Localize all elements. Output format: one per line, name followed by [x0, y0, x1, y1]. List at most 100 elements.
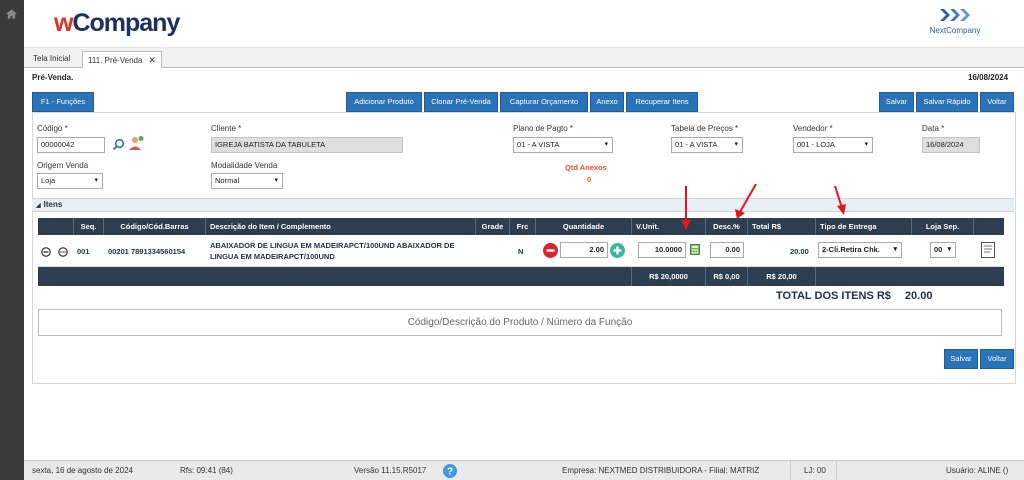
row-descricao: ABAIXADOR DE LINGUA EM MADEIRAPCT/100UND…: [210, 241, 455, 261]
add-product-button[interactable]: Adicionar Produto: [346, 92, 422, 112]
total-vunit: R$ 20,0000: [632, 267, 706, 286]
col-vunit: V.Unit.: [632, 218, 706, 235]
tabela-precos-label: Tabela de Preços *: [671, 124, 739, 133]
delivery-type-select[interactable]: 2-Cli.Retira Chk. ▾: [818, 242, 902, 258]
col-frc: Frc: [510, 218, 536, 235]
chevron-down-icon: ▾: [864, 141, 868, 148]
footer-rfs: Rfs: 09:41 (84): [180, 466, 233, 475]
increase-quantity-icon[interactable]: [610, 243, 625, 258]
brand-name: NextCompany: [929, 26, 981, 35]
annotation-arrow: [834, 186, 846, 215]
page-title: Pré-Venda.: [32, 73, 74, 82]
clone-pre-venda-button[interactable]: Clonar Pré-Venda: [424, 92, 498, 112]
vendedor-label: Vendedor *: [793, 124, 833, 133]
chevron-down-icon: ▾: [893, 246, 897, 253]
customer-user-icon[interactable]: [128, 135, 144, 151]
help-icon[interactable]: ?: [443, 464, 457, 478]
main-content: Pré-Venda. 16/08/2024 F1 - Funções Adici…: [24, 68, 1024, 460]
left-rail: [0, 0, 24, 480]
notes-icon[interactable]: [981, 242, 995, 258]
modalidade-label: Modalidade Venda: [211, 161, 278, 170]
cliente-field: IGREJA BATISTA DA TABULETA: [211, 137, 403, 153]
discount-input[interactable]: 0.00: [710, 242, 744, 258]
data-field: 16/08/2024: [922, 137, 980, 153]
row-seq: 001: [77, 247, 90, 256]
items-table-header: Seq. Código/Cód.Barras Descrição do Item…: [38, 218, 1004, 235]
functions-button[interactable]: F1 - Funções: [32, 92, 94, 112]
col-descricao: Descrição do Item / Complemento: [206, 218, 476, 235]
quantity-input[interactable]: 2.00: [560, 242, 608, 258]
calculator-icon[interactable]: [690, 244, 700, 255]
chevron-down-icon: ▾: [947, 246, 951, 253]
collapse-icon: ◢: [36, 203, 41, 209]
quick-save-button[interactable]: Salvar Rápido: [916, 92, 978, 112]
vendedor-select[interactable]: 001 - LOJA ▾: [793, 137, 873, 153]
footer-date: sexta, 16 de agosto de 2024: [32, 466, 133, 475]
capture-quote-button[interactable]: Capturar Orçamento: [500, 92, 588, 112]
bottom-save-button[interactable]: Salvar: [944, 349, 978, 369]
row-codigo: 00201 7891334560154: [108, 247, 186, 256]
more-options-icon[interactable]: [58, 247, 68, 257]
footer-usuario: Usuário: ALINE (): [946, 466, 1009, 475]
search-icon[interactable]: [112, 138, 125, 151]
col-loja-sep: Loja Sep.: [912, 218, 974, 235]
home-icon[interactable]: [6, 9, 17, 19]
col-tipo-entrega: Tipo de Entrega: [816, 218, 912, 235]
chevron-down-icon: ▾: [94, 177, 98, 184]
chevrons-logo-icon: [940, 9, 970, 21]
store-select[interactable]: 00 ▾: [930, 242, 956, 258]
tabela-precos-select[interactable]: 01 - A VISTA ▾: [671, 137, 743, 153]
tab-home[interactable]: Tela Inicial: [28, 51, 75, 68]
recover-items-button[interactable]: Recuperar Itens: [626, 92, 698, 112]
col-desc: Desc.%: [706, 218, 748, 235]
footer-lj: LJ: 00: [804, 466, 826, 475]
col-grade: Grade: [476, 218, 510, 235]
codigo-label: Código *: [37, 124, 68, 133]
row-total: 20.00: [790, 247, 809, 256]
bottom-back-button[interactable]: Voltar: [980, 349, 1014, 369]
total-value: R$ 20,00: [748, 267, 816, 286]
col-quantidade: Quantidade: [536, 218, 632, 235]
totals-row: R$ 20,0000 R$ 0,00 R$ 20,00: [38, 267, 1004, 286]
attachment-button[interactable]: Anexo: [590, 92, 624, 112]
plano-pagto-label: Plano de Pagto *: [513, 124, 574, 133]
col-total: Total R$: [748, 218, 816, 235]
col-seq: Seq.: [74, 218, 104, 235]
origem-label: Origem Venda: [37, 161, 89, 170]
items-section-header[interactable]: ◢ Itens: [32, 198, 1014, 212]
save-button[interactable]: Salvar: [879, 92, 914, 112]
chevron-down-icon: ▾: [604, 141, 608, 148]
col-codigo: Código/Cód.Barras: [104, 218, 206, 235]
footer-empresa: Empresa: NEXTMED DISTRIBUIDORA - Filial:…: [562, 466, 760, 475]
origem-select[interactable]: Loja ▾: [37, 173, 103, 189]
tab-bar: Tela Inicial 111. Pré-Venda ✕: [24, 48, 1024, 68]
svg-text:?: ?: [447, 467, 453, 478]
footer-version: Versão 11.15.R5017: [354, 466, 427, 475]
plano-pagto-select[interactable]: 01 - A VISTA ▾: [513, 137, 613, 153]
app-header: wCompany NextCompany: [24, 0, 1024, 48]
nextcompany-logo: NextCompany: [920, 8, 990, 35]
codigo-field[interactable]: 00000042: [37, 137, 105, 153]
product-search-input[interactable]: Código/Descrição do Produto / Número da …: [38, 309, 1002, 336]
anexos-label: Qtd Anexos: [565, 163, 607, 172]
row-frc: N: [518, 247, 524, 256]
modalidade-select[interactable]: Normal ▾: [211, 173, 283, 189]
page-date: 16/08/2024: [968, 73, 1009, 82]
chevron-down-icon: ▾: [274, 177, 278, 184]
annotation-arrow: [681, 186, 691, 230]
anexos-count: 0: [587, 175, 592, 184]
status-bar: sexta, 16 de agosto de 2024 Rfs: 09:41 (…: [24, 460, 1024, 480]
total-desc: R$ 0,00: [706, 267, 748, 286]
data-label: Data *: [922, 124, 945, 133]
unit-price-input[interactable]: 10.0000: [638, 242, 686, 258]
tab-pre-venda[interactable]: 111. Pré-Venda ✕: [82, 51, 162, 68]
chevron-down-icon: ▾: [734, 141, 738, 148]
annotation-arrow: [735, 184, 757, 219]
items-grand-total: TOTAL DOS ITENS R$ 20.00: [776, 290, 933, 302]
cliente-label: Cliente *: [211, 124, 242, 133]
company-logo: wCompany: [54, 9, 180, 37]
remove-row-icon[interactable]: [41, 247, 51, 257]
close-tab-icon[interactable]: ✕: [148, 55, 156, 65]
back-button[interactable]: Voltar: [980, 92, 1014, 112]
decrease-quantity-icon[interactable]: [543, 243, 558, 258]
